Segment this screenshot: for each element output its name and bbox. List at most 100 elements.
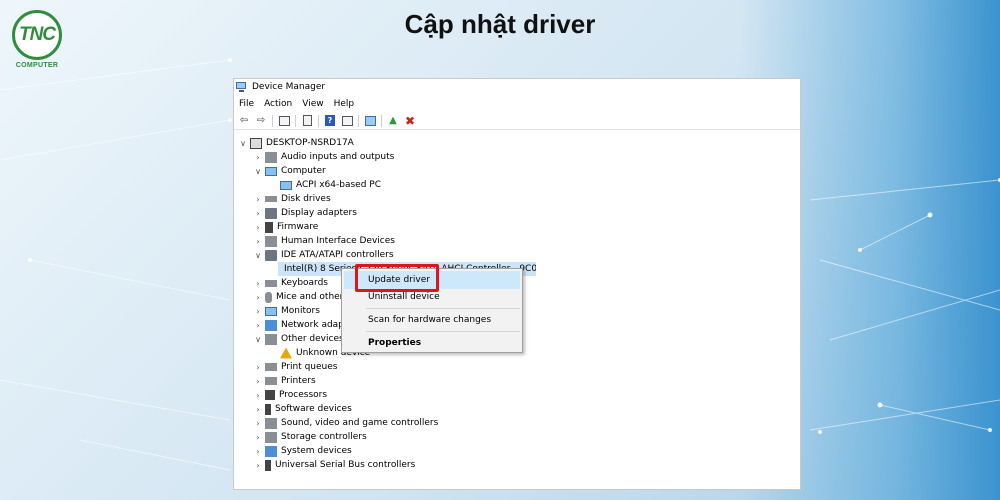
tree-item-keyboards[interactable]: › Keyboards xyxy=(253,276,328,290)
chevron-right-icon[interactable]: › xyxy=(253,318,263,332)
tree-item-usb[interactable]: › Universal Serial Bus controllers xyxy=(253,458,415,472)
tree-item-firmware[interactable]: › Firmware xyxy=(253,220,318,234)
chevron-right-icon[interactable]: › xyxy=(253,458,263,472)
tree-item-label: ACPI x64-based PC xyxy=(296,180,381,190)
tree-item-display-adapters[interactable]: › Display adapters xyxy=(253,206,357,220)
tree-item-label: Sound, video and game controllers xyxy=(281,418,439,428)
chevron-down-icon[interactable]: ∨ xyxy=(253,248,263,262)
tree-item-label: Universal Serial Bus controllers xyxy=(275,460,416,470)
document-icon[interactable] xyxy=(300,114,314,128)
tree-item-printers[interactable]: › Printers xyxy=(253,374,316,388)
toolbar: ⇦ ⇨ ? ▲ ✖ xyxy=(234,112,800,130)
chevron-right-icon[interactable]: › xyxy=(253,206,263,220)
properties-grid-icon[interactable] xyxy=(277,114,291,128)
tree-item-monitors[interactable]: › Monitors xyxy=(253,304,320,318)
menu-file[interactable]: File xyxy=(239,99,254,109)
monitor-icon xyxy=(265,306,277,316)
system-icon xyxy=(265,445,277,457)
chevron-right-icon[interactable]: › xyxy=(253,374,263,388)
toolbar-separator xyxy=(272,114,273,127)
chevron-right-icon[interactable]: › xyxy=(253,430,263,444)
chevron-down-icon[interactable]: ∨ xyxy=(238,136,248,150)
grid-view-icon[interactable] xyxy=(340,114,354,128)
window-title: Device Manager xyxy=(252,82,326,92)
tree-item-label: Firmware xyxy=(277,222,319,232)
tree-item-label: Other devices xyxy=(281,334,344,344)
monitor-icon xyxy=(265,166,277,176)
device-manager-icon xyxy=(236,81,248,93)
chevron-right-icon[interactable]: › xyxy=(253,360,263,374)
tree-item-storage[interactable]: › Storage controllers xyxy=(253,430,367,444)
chevron-right-icon[interactable]: › xyxy=(253,290,263,304)
tree-root[interactable]: ∨ DESKTOP-NSRD17A xyxy=(238,136,354,150)
enable-device-icon[interactable]: ▲ xyxy=(386,114,400,128)
usb-icon xyxy=(265,459,271,471)
tree-item-label: Printers xyxy=(281,376,316,386)
tree-item-label: IDE ATA/ATAPI controllers xyxy=(281,250,394,260)
chevron-right-icon[interactable]: › xyxy=(253,388,263,402)
chevron-right-icon[interactable]: › xyxy=(253,234,263,248)
chevron-right-icon[interactable]: › xyxy=(253,416,263,430)
tree-root-label: DESKTOP-NSRD17A xyxy=(266,138,354,148)
highlight-box xyxy=(355,264,439,292)
menu-separator xyxy=(366,308,520,309)
chip-icon xyxy=(265,221,273,233)
tree-item-label: Monitors xyxy=(281,306,320,316)
printer-icon xyxy=(265,363,277,371)
toolbar-separator xyxy=(381,114,382,127)
tree-item-acpi[interactable]: ACPI x64-based PC xyxy=(278,178,381,192)
chevron-down-icon[interactable]: ∨ xyxy=(253,164,263,178)
chevron-right-icon[interactable]: › xyxy=(253,444,263,458)
menu-view[interactable]: View xyxy=(302,99,323,109)
chevron-down-icon[interactable]: ∨ xyxy=(253,332,263,346)
titlebar: Device Manager xyxy=(234,79,800,95)
tree-item-system-devices[interactable]: › System devices xyxy=(253,444,352,458)
menubar: File Action View Help xyxy=(234,95,800,112)
toolbar-separator xyxy=(295,114,296,127)
printer-icon xyxy=(265,377,277,385)
keyboard-icon xyxy=(265,279,277,287)
chevron-right-icon[interactable]: › xyxy=(253,276,263,290)
tree-item-other-devices[interactable]: ∨ Other devices xyxy=(253,332,344,346)
monitor-scan-icon[interactable] xyxy=(363,114,377,128)
tree-item-label: Processors xyxy=(279,390,328,400)
tree-item-label: Software devices xyxy=(275,404,352,414)
tree-item-hid[interactable]: › Human Interface Devices xyxy=(253,234,395,248)
tree-item-label: System devices xyxy=(281,446,352,456)
tree-item-print-queues[interactable]: › Print queues xyxy=(253,360,337,374)
tree-item-label: Human Interface Devices xyxy=(281,236,395,246)
chevron-right-icon[interactable]: › xyxy=(253,150,263,164)
back-arrow-icon[interactable]: ⇦ xyxy=(237,114,251,128)
tree-item-processors[interactable]: › Processors xyxy=(253,388,327,402)
processor-icon xyxy=(265,390,275,400)
tree-item-audio[interactable]: › Audio inputs and outputs xyxy=(253,150,394,164)
storage-icon xyxy=(265,431,277,443)
monitor-icon xyxy=(280,180,292,190)
network-icon xyxy=(265,319,277,331)
menu-action[interactable]: Action xyxy=(264,99,292,109)
tree-item-label: Computer xyxy=(281,166,326,176)
tree-item-ide[interactable]: ∨ IDE ATA/ATAPI controllers xyxy=(253,248,394,262)
speaker-icon xyxy=(265,417,277,429)
tree-item-label: Keyboards xyxy=(281,278,328,288)
uninstall-x-icon[interactable]: ✖ xyxy=(403,114,417,128)
menu-help[interactable]: Help xyxy=(334,99,355,109)
chevron-right-icon[interactable]: › xyxy=(253,402,263,416)
controller-icon xyxy=(265,249,277,261)
tree-item-disk-drives[interactable]: › Disk drives xyxy=(253,192,330,206)
tree-item-computer[interactable]: ∨ Computer xyxy=(253,164,326,178)
display-adapter-icon xyxy=(265,207,277,219)
tree-item-sound[interactable]: › Sound, video and game controllers xyxy=(253,416,438,430)
chevron-right-icon[interactable]: › xyxy=(253,304,263,318)
chevron-right-icon[interactable]: › xyxy=(253,192,263,206)
tree-item-software-devices[interactable]: › Software devices xyxy=(253,402,352,416)
software-icon xyxy=(265,403,271,415)
menu-item-properties[interactable]: Properties xyxy=(344,334,520,352)
forward-arrow-icon[interactable]: ⇨ xyxy=(254,114,268,128)
unknown-device-icon xyxy=(265,333,277,345)
menu-item-scan-hardware[interactable]: Scan for hardware changes xyxy=(344,311,520,329)
help-icon[interactable]: ? xyxy=(323,114,337,128)
logo-subtext: COMPUTER xyxy=(15,62,59,69)
chevron-right-icon[interactable]: › xyxy=(253,220,263,234)
toolbar-separator xyxy=(358,114,359,127)
